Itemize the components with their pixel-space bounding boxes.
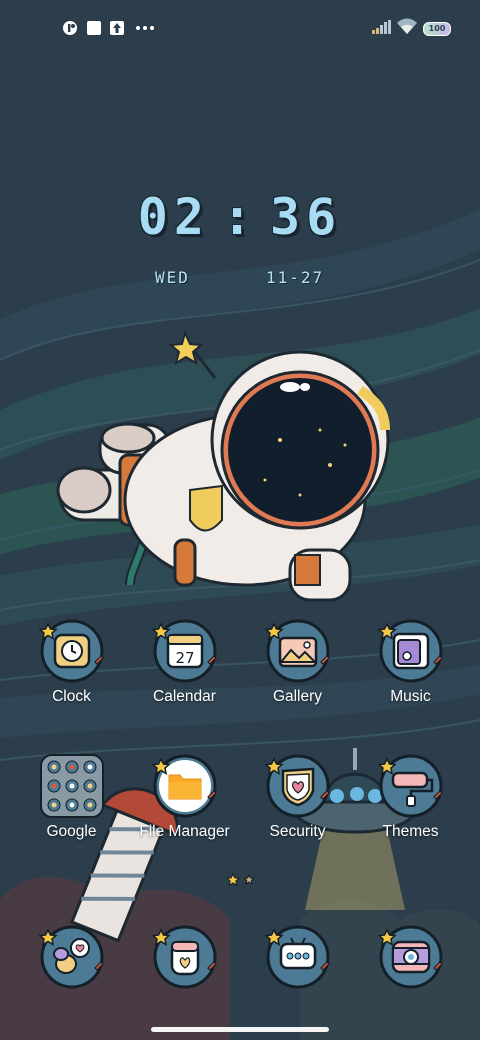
security-app-icon bbox=[265, 754, 330, 818]
file-manager-app-icon bbox=[152, 754, 217, 818]
camera-app-icon bbox=[378, 925, 443, 989]
gesture-home-bar[interactable] bbox=[151, 1027, 329, 1032]
clock-minute: 36 bbox=[270, 188, 343, 246]
app-gallery[interactable]: Gallery bbox=[241, 618, 354, 728]
app-label: Security bbox=[269, 823, 326, 840]
dock-game-center[interactable] bbox=[15, 924, 128, 994]
app-label: Clock bbox=[52, 688, 91, 705]
clock-hour: 02 bbox=[137, 188, 210, 246]
upload-arrow-icon bbox=[110, 21, 124, 35]
square-notification-icon bbox=[87, 21, 101, 35]
app-label: Themes bbox=[382, 823, 439, 840]
app-file-manager[interactable]: File Manager bbox=[128, 753, 241, 863]
app-label: Google bbox=[46, 823, 97, 840]
page-dot-inactive-icon bbox=[243, 873, 255, 885]
calendar-app-icon: 27 bbox=[152, 619, 217, 683]
clock-separator: : bbox=[221, 188, 259, 246]
phone-app-icon bbox=[152, 925, 217, 989]
app-label: Calendar bbox=[153, 688, 216, 705]
app-label: Gallery bbox=[272, 688, 323, 705]
calendar-day-number: 27 bbox=[175, 649, 194, 667]
home-clock-widget[interactable]: 02:36 bbox=[0, 188, 480, 246]
signal-bars-icon bbox=[372, 20, 391, 34]
folder-google[interactable]: Google bbox=[15, 753, 128, 863]
more-dots-icon bbox=[136, 26, 154, 30]
themes-app-icon bbox=[378, 754, 443, 818]
app-clock[interactable]: Clock bbox=[15, 618, 128, 728]
wifi-icon bbox=[397, 18, 417, 34]
app-security[interactable]: Security bbox=[241, 753, 354, 863]
date-label: 11-27 bbox=[266, 268, 325, 287]
dock-messages[interactable] bbox=[241, 924, 354, 994]
app-music[interactable]: Music bbox=[354, 618, 467, 728]
game-center-icon bbox=[39, 925, 104, 989]
clock-app-icon bbox=[39, 619, 104, 683]
app-calendar[interactable]: 27 Calendar bbox=[128, 618, 241, 728]
music-app-icon bbox=[378, 619, 443, 683]
google-folder-icon bbox=[40, 754, 104, 818]
app-label: File Manager bbox=[139, 823, 230, 840]
battery-icon: 100 bbox=[423, 22, 451, 36]
gallery-app-icon bbox=[265, 619, 330, 683]
dock-camera[interactable] bbox=[354, 924, 467, 994]
app-themes[interactable]: Themes bbox=[354, 753, 467, 863]
status-bar: 100 bbox=[0, 0, 480, 56]
weekday-label: WED bbox=[155, 268, 190, 287]
dock-phone[interactable] bbox=[128, 924, 241, 994]
vpn-key-icon bbox=[63, 21, 77, 35]
page-dot-active-icon bbox=[226, 873, 241, 887]
messages-app-icon bbox=[265, 925, 330, 989]
page-indicator[interactable] bbox=[226, 873, 258, 887]
app-label: Music bbox=[390, 688, 431, 705]
